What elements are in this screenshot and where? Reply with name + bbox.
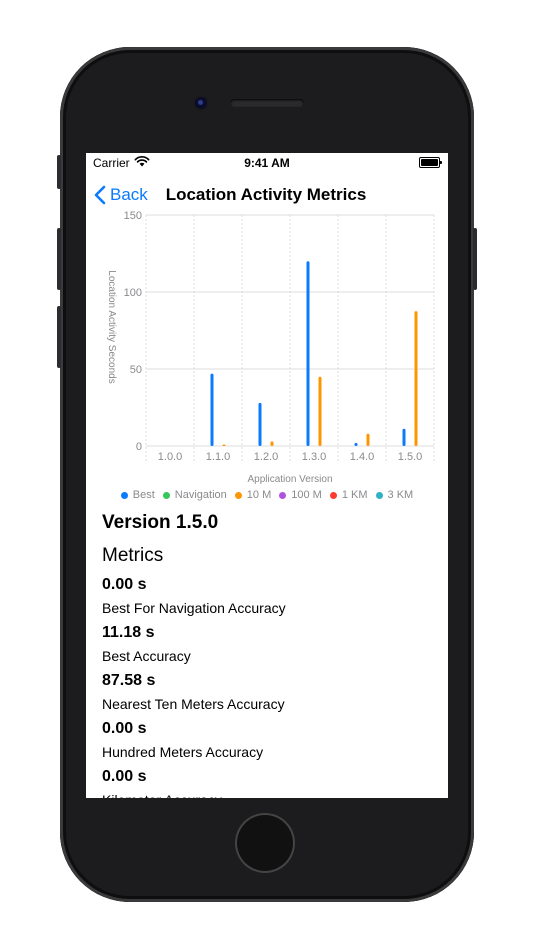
back-button[interactable]: Back (94, 183, 148, 207)
chart-bar (222, 444, 226, 446)
chart-bar (318, 376, 322, 446)
legend-item: 100 M (279, 489, 322, 501)
version-detail: Version 1.5.0 Metrics 0.00 s Best For Na… (102, 509, 432, 798)
legend-dot-icon (120, 491, 128, 499)
metric-label: Nearest Ten Meters Accuracy (102, 696, 285, 712)
legend-dot-icon (162, 491, 170, 499)
x-tick-label: 1.1.0 (206, 451, 230, 463)
metric-value: 11.18 s (102, 624, 155, 641)
legend-dot-icon (329, 491, 337, 499)
legend-item: 10 M (234, 489, 272, 501)
x-tick-label: 1.5.0 (398, 451, 422, 463)
x-tick-label: 1.2.0 (254, 451, 278, 463)
navigation-bar: Back Location Activity Metrics (86, 177, 448, 213)
back-label: Back (110, 185, 148, 204)
app-screen: Carrier 9:41 AM Back Location Activity M… (86, 153, 448, 798)
metric-label: Hundred Meters Accuracy (102, 744, 264, 760)
metric-value: 0.00 s (102, 768, 147, 785)
chevron-left-icon (94, 185, 106, 205)
legend-item: 1 KM (329, 489, 368, 501)
metric-label: Best Accuracy (102, 648, 191, 664)
mute-switch (57, 155, 61, 189)
metric-value: 87.58 s (102, 672, 156, 689)
x-tick-label: 1.3.0 (302, 451, 326, 463)
x-tick-label: 1.4.0 (350, 451, 374, 463)
version-title: Version 1.5.0 (102, 512, 219, 533)
y-tick-label: 0 (136, 441, 142, 453)
metric-item: 87.58 s Nearest Ten Meters Accuracy (102, 669, 432, 715)
metric-label: Kilometer Accuracy (102, 789, 432, 798)
y-tick-label: 50 (130, 364, 142, 376)
legend-label: 100 M (291, 489, 322, 501)
battery-icon (419, 157, 442, 168)
legend-label: 1 KM (341, 489, 368, 501)
metric-value: 0.00 s (102, 720, 147, 737)
legend-label: 3 KM (387, 489, 414, 501)
page-title: Location Activity Metrics (165, 185, 367, 204)
x-axis-title: Application Version (247, 474, 332, 485)
metric-item: 0.00 s Kilometer Accuracy (102, 765, 432, 798)
y-tick-label: 150 (124, 210, 142, 222)
front-camera (195, 97, 207, 109)
metric-item: 11.18 s Best Accuracy (102, 621, 432, 667)
power-button (473, 228, 477, 290)
x-tick-label: 1.0.0 (158, 451, 182, 463)
chart-bar (210, 373, 214, 446)
legend-dot-icon (375, 491, 383, 499)
metrics-heading: Metrics (102, 545, 164, 566)
status-time: 9:41 AM (244, 156, 290, 170)
chart-bar (258, 402, 262, 446)
status-bar: Carrier 9:41 AM (86, 153, 448, 173)
chart-bar (414, 311, 418, 446)
location-activity-chart: 0501001501.0.0 1.1.0 1.2.0 1.3.0 1.4.0 1.5.0 … (106, 210, 435, 485)
legend-label: Navigation (174, 489, 227, 501)
chart-bar (402, 428, 406, 446)
volume-up-button (57, 228, 61, 290)
metric-item: 0.00 s Best For Navigation Accuracy (102, 573, 432, 619)
y-axis-title: Location Activity Seconds (106, 270, 117, 383)
chart-bar (270, 441, 274, 446)
metric-value: 0.00 s (102, 576, 147, 593)
chart-labels: 0 50 100 150 1.0.0 1.1.0 1.2.0 1.3.0 1.4.0 1.5.0 (124, 210, 423, 463)
legend-item: Best (120, 489, 155, 501)
chart-legend: Best Navigation 10 M 100 M 1 KM 3 KM (86, 489, 448, 501)
earpiece-speaker (230, 99, 304, 107)
legend-dot-icon (234, 491, 242, 499)
volume-down-button (57, 306, 61, 368)
chart-bar (366, 433, 370, 446)
legend-label: 10 M (246, 489, 272, 501)
legend-dot-icon (279, 491, 287, 499)
legend-item: 3 KM (375, 489, 414, 501)
metric-item: 0.00 s Hundred Meters Accuracy (102, 717, 432, 763)
legend-label: Best (132, 489, 155, 501)
chart-bar (354, 442, 358, 446)
home-button[interactable] (235, 813, 295, 873)
y-tick-label: 100 (124, 287, 142, 299)
legend-item: Navigation (162, 489, 227, 501)
metric-label: Best For Navigation Accuracy (102, 600, 286, 616)
chart-grid (145, 214, 435, 462)
chart-bar (306, 261, 310, 446)
